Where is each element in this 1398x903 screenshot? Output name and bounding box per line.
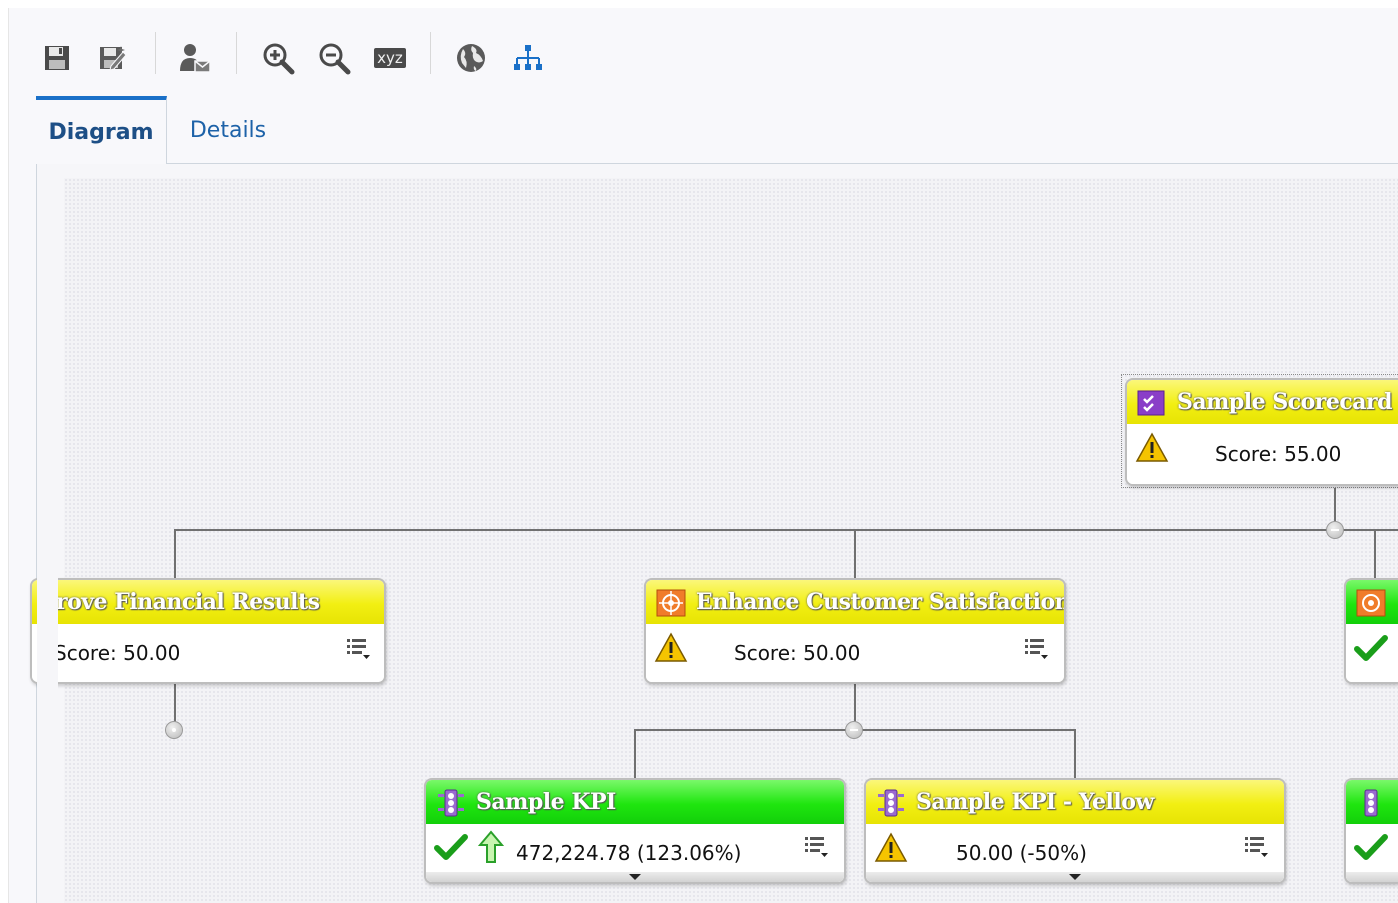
expand-arrow-icon[interactable] — [629, 874, 641, 880]
objective-node-header — [1346, 580, 1398, 624]
toolbar-separator — [236, 32, 237, 74]
kpi-node[interactable]: Sample KPI - Yellow 50.00 (-50%) — [864, 778, 1286, 884]
tab-diagram[interactable]: Diagram — [36, 96, 167, 164]
node-title: Sample KPI - Yellow — [916, 789, 1154, 815]
expand-arrow-icon[interactable] — [1069, 874, 1081, 880]
globe-button[interactable] — [451, 36, 491, 80]
objective-icon — [1356, 589, 1386, 617]
zoom-out-icon — [319, 43, 351, 75]
node-title: rove Financial Results — [56, 589, 320, 615]
kpi-value: 50.00 (-50%) — [956, 841, 1087, 865]
warning-icon — [874, 832, 908, 864]
expand-toggle[interactable] — [165, 721, 183, 739]
node-title: Sample KPI — [476, 789, 616, 815]
node-body: Score: 50.00 — [646, 624, 1064, 682]
kpi-icon — [876, 788, 906, 818]
tab-details[interactable]: Details — [168, 96, 288, 164]
canvas-clip — [37, 570, 58, 694]
zoom-in-button[interactable] — [258, 36, 298, 80]
connector-line — [1374, 530, 1376, 580]
trend-up-icon — [478, 830, 504, 864]
kpi-node-header: Sample KPI — [426, 780, 844, 824]
save-as-button[interactable] — [93, 36, 133, 80]
connector-line — [174, 529, 1398, 531]
toolbar-separator — [430, 32, 431, 74]
node-expand-strip[interactable] — [1346, 872, 1398, 882]
collapse-toggle[interactable] — [845, 721, 863, 739]
check-icon — [1354, 632, 1388, 664]
kpi-node-header: Sample KPI - Yellow — [866, 780, 1284, 824]
tab-diagram-label: Diagram — [48, 119, 154, 145]
objective-node-header: Enhance Customer Satisfaction — [646, 580, 1064, 624]
assign-user-button[interactable] — [175, 36, 215, 80]
zoom-in-icon — [263, 43, 295, 75]
save-icon — [45, 46, 69, 70]
objective-node[interactable] — [1344, 578, 1398, 684]
hierarchy-icon — [514, 45, 542, 70]
connector-line — [1074, 730, 1076, 780]
xyz-icon: xyz — [374, 48, 406, 68]
collapse-toggle[interactable] — [1326, 521, 1344, 539]
check-icon — [434, 832, 468, 862]
scorecard-node[interactable]: Sample Scorecard - Score: 55.00 — [1125, 378, 1398, 486]
scorecard-node-header: Sample Scorecard - — [1127, 380, 1398, 424]
node-score: Score: 55.00 — [1215, 442, 1342, 466]
user-assign-icon — [180, 44, 211, 73]
scorecard-icon — [1137, 390, 1165, 416]
connector-line — [634, 730, 636, 780]
globe-icon — [457, 44, 485, 72]
kpi-value: 472,224.78 (123.06%) — [516, 841, 742, 865]
node-score: Score: 50.00 — [734, 641, 861, 665]
save-button[interactable] — [37, 36, 77, 80]
objective-node[interactable]: rove Financial Results Score: 50.00 — [30, 578, 386, 684]
kpi-icon — [436, 788, 466, 818]
check-icon — [1354, 832, 1388, 862]
connector-line — [174, 530, 176, 580]
kpi-node[interactable]: Sample KPI 472,224.78 (123.06%) — [424, 778, 846, 884]
details-menu-icon[interactable] — [804, 834, 830, 860]
node-body: Score: 50.00 — [32, 624, 384, 682]
xyz-label: xyz — [377, 49, 403, 67]
xyz-button[interactable]: xyz — [370, 36, 410, 80]
node-score: Score: 50.00 — [54, 641, 181, 665]
objective-node[interactable]: Enhance Customer Satisfaction Score: 50.… — [644, 578, 1066, 684]
details-menu-icon[interactable] — [1024, 636, 1050, 662]
objective-icon — [656, 589, 686, 617]
zoom-out-button[interactable] — [314, 36, 354, 80]
node-title: Enhance Customer Satisfaction — [696, 589, 1066, 615]
kpi-node-header — [1346, 780, 1398, 824]
node-title: Sample Scorecard - — [1177, 389, 1398, 415]
tab-details-label: Details — [189, 117, 267, 143]
warning-icon — [654, 632, 688, 664]
connector-line — [854, 530, 856, 580]
warning-icon — [1135, 432, 1169, 464]
details-menu-icon[interactable] — [1244, 834, 1270, 860]
kpi-node[interactable] — [1344, 778, 1398, 884]
objective-node-header: rove Financial Results — [32, 580, 384, 624]
toolbar-separator — [155, 32, 156, 74]
hierarchy-button[interactable] — [508, 36, 548, 80]
save-as-icon — [100, 46, 127, 71]
details-menu-icon[interactable] — [346, 636, 372, 662]
node-body: Score: 55.00 — [1127, 424, 1398, 484]
connector-line — [174, 684, 176, 722]
kpi-icon — [1356, 788, 1386, 818]
node-body — [1346, 624, 1398, 682]
